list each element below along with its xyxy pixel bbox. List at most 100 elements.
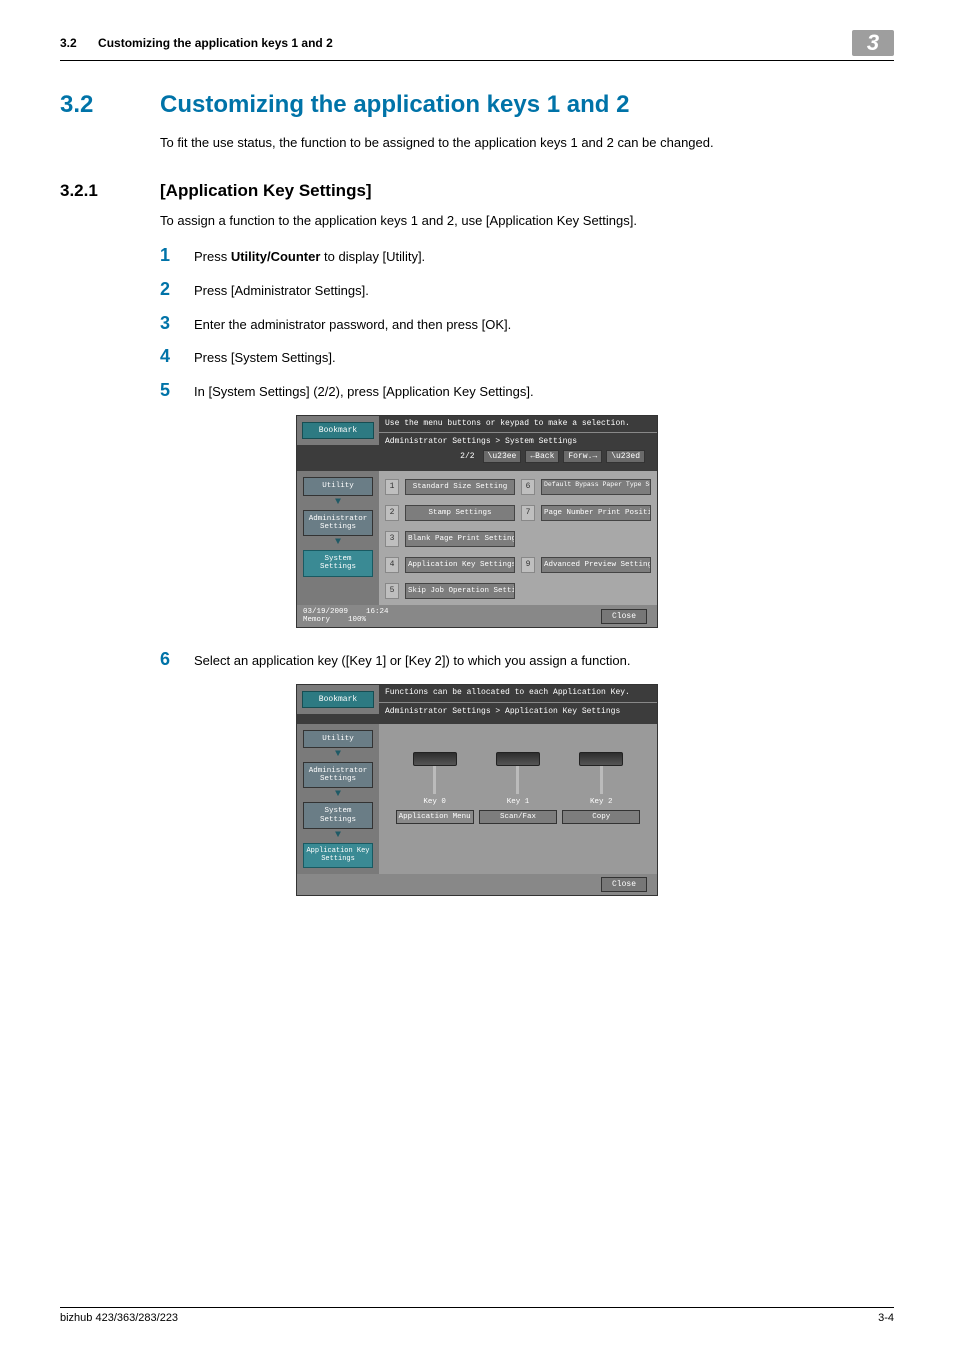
sidebar-app-key-settings[interactable]: Application Key Settings — [303, 843, 373, 868]
close-button[interactable]: Close — [601, 609, 647, 624]
sidebar-admin-settings[interactable]: Administrator Settings — [303, 762, 373, 789]
key-stem-icon — [600, 766, 603, 794]
sidebar-system-settings[interactable]: System Settings — [303, 802, 373, 829]
option-num: 2 — [385, 505, 399, 521]
page-footer: bizhub 423/363/283/223 3-4 — [60, 1307, 894, 1324]
key2-button[interactable]: Copy — [562, 810, 640, 824]
key1-button[interactable]: Scan/Fax — [479, 810, 557, 824]
section-heading-title: Customizing the application keys 1 and 2 — [160, 91, 629, 119]
step-5: 5 In [System Settings] (2/2), press [App… — [160, 381, 894, 401]
arrow-down-icon: ▼ — [335, 750, 341, 760]
key-0: Key 0 Application Menu — [400, 752, 470, 824]
nav-forward-button[interactable]: Forw.→ — [563, 450, 602, 463]
subsection-heading: 3.2.1 [Application Key Settings] — [60, 181, 894, 201]
option-num: 5 — [385, 583, 399, 599]
bookmark-button[interactable]: Bookmark — [302, 422, 374, 439]
step-number: 2 — [160, 280, 194, 300]
chapter-badge: 3 — [852, 30, 894, 56]
step-text: In [System Settings] (2/2), press [Appli… — [194, 381, 534, 399]
option-application-key-settings[interactable]: Application Key Settings — [405, 557, 515, 573]
key-2: Key 2 Copy — [566, 752, 636, 824]
sidebar-utility[interactable]: Utility — [303, 477, 373, 495]
breadcrumb: Administrator Settings > Application Key… — [379, 703, 657, 724]
panel-footer: 03/19/2009 16:24 Memory 100% Close — [297, 605, 657, 627]
arrow-down-icon: ▼ — [335, 538, 341, 548]
panel-instruction: Use the menu buttons or keypad to make a… — [379, 416, 657, 433]
arrow-down-icon: ▼ — [335, 498, 341, 508]
option-stamp-settings[interactable]: Stamp Settings — [405, 505, 515, 521]
key-label: Key 2 — [590, 798, 613, 808]
step-number: 4 — [160, 347, 194, 367]
key-cap-icon — [413, 752, 457, 766]
footer-model: bizhub 423/363/283/223 — [60, 1312, 178, 1324]
close-button[interactable]: Close — [601, 877, 647, 892]
key-stem-icon — [433, 766, 436, 794]
steps-list: 1 Press Utility/Counter to display [Util… — [160, 246, 894, 401]
subsection-heading-title: [Application Key Settings] — [160, 181, 372, 201]
option-num: 4 — [385, 557, 399, 573]
key0-button: Application Menu — [396, 810, 474, 824]
sidebar: Utility ▼ Administrator Settings ▼ Syste… — [297, 471, 379, 605]
step-2: 2 Press [Administrator Settings]. — [160, 280, 894, 300]
option-num: 7 — [521, 505, 535, 521]
option-num: 9 — [521, 557, 535, 573]
step-1: 1 Press Utility/Counter to display [Util… — [160, 246, 894, 266]
sidebar-utility[interactable]: Utility — [303, 730, 373, 748]
key-label: Key 1 — [507, 798, 530, 808]
section-intro: To fit the use status, the function to b… — [160, 133, 894, 153]
step-6: 6 Select an application key ([Key 1] or … — [160, 650, 894, 670]
option-page-number-position[interactable]: Page Number Print Position — [541, 505, 651, 521]
option-standard-size[interactable]: Standard Size Setting — [405, 479, 515, 495]
panel-instruction: Functions can be allocated to each Appli… — [379, 685, 657, 702]
key-1: Key 1 Scan/Fax — [483, 752, 553, 824]
option-advanced-preview[interactable]: Advanced Preview Setting — [541, 557, 651, 573]
key-cap-icon — [579, 752, 623, 766]
header-section: 3.2 Customizing the application keys 1 a… — [60, 36, 333, 50]
subsection-intro: To assign a function to the application … — [160, 211, 894, 231]
step-number: 5 — [160, 381, 194, 401]
step-number: 1 — [160, 246, 194, 266]
step-text: Enter the administrator password, and th… — [194, 314, 511, 332]
key-label: Key 0 — [423, 798, 446, 808]
step-number: 6 — [160, 650, 194, 670]
page-indicator: 2/2 — [456, 452, 478, 461]
option-num: 1 — [385, 479, 399, 495]
option-num: 6 — [521, 479, 535, 495]
nav-back-button[interactable]: ←Back — [525, 450, 559, 463]
sidebar-system-settings[interactable]: System Settings — [303, 550, 373, 577]
arrow-down-icon: ▼ — [335, 831, 341, 841]
step-4: 4 Press [System Settings]. — [160, 347, 894, 367]
key-cap-icon — [496, 752, 540, 766]
sidebar: Utility ▼ Administrator Settings ▼ Syste… — [297, 724, 379, 875]
step-text: Press [System Settings]. — [194, 347, 336, 365]
footer-page-number: 3-4 — [878, 1312, 894, 1324]
option-blank-page-print[interactable]: Blank Page Print Settings — [405, 531, 515, 547]
footer-status: 03/19/2009 16:24 Memory 100% — [303, 608, 389, 624]
bookmark-button[interactable]: Bookmark — [302, 691, 374, 708]
option-skip-job-operation[interactable]: Skip Job Operation Settings — [405, 583, 515, 599]
step-text: Press Utility/Counter to display [Utilit… — [194, 246, 425, 264]
section-heading: 3.2 Customizing the application keys 1 a… — [60, 91, 894, 119]
header-section-title: Customizing the application keys 1 and 2 — [98, 36, 333, 50]
page-header: 3.2 Customizing the application keys 1 a… — [60, 30, 894, 61]
page-nav: 2/2 \u23ee ←Back Forw.→ \u23ed — [385, 450, 651, 463]
sidebar-admin-settings[interactable]: Administrator Settings — [303, 510, 373, 537]
key-stem-icon — [516, 766, 519, 794]
panel-main: 1 Standard Size Setting 6 Default Bypass… — [379, 471, 657, 605]
arrow-down-icon: ▼ — [335, 790, 341, 800]
section-heading-num: 3.2 — [60, 91, 160, 119]
panel-footer: Close — [297, 874, 657, 895]
nav-first-button[interactable]: \u23ee — [483, 450, 522, 463]
panel-main: Key 0 Application Menu Key 1 Scan/Fax Ke… — [379, 724, 657, 875]
screenshot-app-key-settings: Bookmark Functions can be allocated to e… — [296, 684, 658, 896]
nav-last-button[interactable]: \u23ed — [606, 450, 645, 463]
option-default-bypass[interactable]: Default Bypass Paper Type Setting — [541, 479, 651, 495]
step-text: Select an application key ([Key 1] or [K… — [194, 650, 630, 668]
option-num: 3 — [385, 531, 399, 547]
header-section-num: 3.2 — [60, 36, 77, 50]
breadcrumb: Administrator Settings > System Settings… — [379, 433, 657, 471]
subsection-heading-num: 3.2.1 — [60, 181, 160, 201]
screenshot-system-settings: Bookmark Use the menu buttons or keypad … — [296, 415, 658, 628]
steps-list-cont: 6 Select an application key ([Key 1] or … — [160, 650, 894, 670]
step-number: 3 — [160, 314, 194, 334]
